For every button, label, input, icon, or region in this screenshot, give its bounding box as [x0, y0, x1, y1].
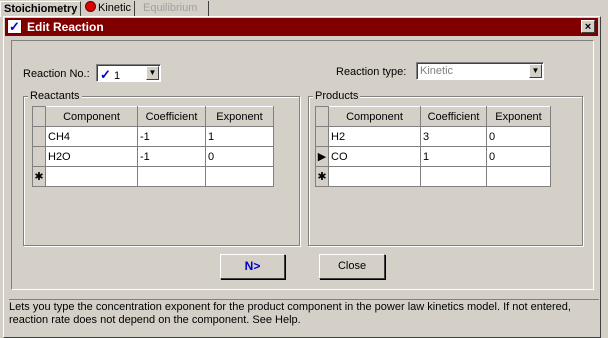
status-help-text: Lets you type the concentration exponent…: [9, 299, 599, 335]
row-header[interactable]: [32, 126, 46, 147]
column-header[interactable]: Component: [45, 106, 138, 127]
chevron-down-icon[interactable]: ▼: [146, 66, 159, 80]
reactants-label: Reactants: [28, 90, 82, 102]
new-row: ✱: [315, 166, 551, 187]
table-row: H2 3 0: [315, 126, 551, 147]
new-row-icon[interactable]: ✱: [32, 166, 46, 187]
tab-kinetic-label: Kinetic: [98, 2, 132, 14]
exponent-cell[interactable]: 0: [486, 146, 551, 167]
column-header[interactable]: Exponent: [205, 106, 274, 127]
coefficient-cell[interactable]: 1: [420, 146, 487, 167]
tab-equilibrium[interactable]: Equilibrium: [140, 1, 209, 16]
corner-cell: [32, 106, 46, 127]
dialog-title: Edit Reaction: [27, 20, 104, 34]
close-icon[interactable]: ×: [581, 20, 595, 33]
new-row-icon[interactable]: ✱: [315, 166, 329, 187]
reaction-no-combo[interactable]: ✓ 1 ▼: [96, 64, 161, 82]
dialog-titlebar[interactable]: ✓ Edit Reaction ×: [5, 18, 598, 36]
exponent-cell[interactable]: 0: [205, 146, 274, 167]
tab-stoichiometry[interactable]: Stoichiometry: [0, 1, 82, 17]
column-header[interactable]: Coefficient: [420, 106, 487, 127]
component-cell[interactable]: CH4: [45, 126, 138, 147]
checkmark-icon: ✓: [100, 67, 111, 82]
reactants-table[interactable]: Component Coefficient Exponent CH4 -1 1 …: [32, 106, 274, 187]
exponent-cell[interactable]: [205, 166, 274, 187]
reactants-group: Reactants Component Coefficient Exponent…: [23, 90, 300, 246]
coefficient-cell[interactable]: 3: [420, 126, 487, 147]
row-header[interactable]: [315, 126, 329, 147]
reaction-no-label: Reaction No.:: [23, 68, 90, 80]
chevron-down-icon[interactable]: ▼: [529, 64, 542, 78]
component-cell[interactable]: CO: [328, 146, 421, 167]
close-button[interactable]: Close: [319, 254, 385, 279]
component-cell[interactable]: H2O: [45, 146, 138, 167]
table-row: H2O -1 0: [32, 146, 274, 167]
table-row: CH4 -1 1: [32, 126, 274, 147]
exponent-cell[interactable]: 0: [486, 126, 551, 147]
coefficient-cell[interactable]: [137, 166, 206, 187]
reaction-type-combo[interactable]: Kinetic ▼: [416, 62, 544, 80]
exponent-cell[interactable]: [486, 166, 551, 187]
products-label: Products: [313, 90, 361, 102]
tab-kinetic[interactable]: Kinetic: [82, 1, 136, 16]
component-cell[interactable]: [328, 166, 421, 187]
component-cell[interactable]: H2: [328, 126, 421, 147]
column-header[interactable]: Component: [328, 106, 421, 127]
column-header[interactable]: Exponent: [486, 106, 551, 127]
products-group: Products Component Coefficient Exponent …: [308, 90, 583, 246]
reaction-type-value: Kinetic: [420, 65, 454, 77]
coefficient-cell[interactable]: -1: [137, 126, 206, 147]
corner-cell: [315, 106, 329, 127]
current-row-arrow-icon[interactable]: ▶: [315, 146, 329, 167]
reaction-type-label: Reaction type:: [336, 66, 407, 78]
coefficient-cell[interactable]: [420, 166, 487, 187]
row-header[interactable]: [32, 146, 46, 167]
kinetic-icon: [85, 1, 96, 12]
table-header-row: Component Coefficient Exponent: [32, 106, 274, 127]
component-cell[interactable]: [45, 166, 138, 187]
table-row: ▶ CO 1 0: [315, 146, 551, 167]
table-header-row: Component Coefficient Exponent: [315, 106, 551, 127]
column-header[interactable]: Coefficient: [137, 106, 206, 127]
next-button[interactable]: N>: [220, 254, 285, 279]
new-row: ✱: [32, 166, 274, 187]
exponent-cell[interactable]: 1: [205, 126, 274, 147]
checkmark-icon: ✓: [7, 19, 22, 34]
products-table[interactable]: Component Coefficient Exponent H2 3 0 ▶ …: [315, 106, 551, 187]
reaction-no-value: 1: [113, 70, 121, 82]
coefficient-cell[interactable]: -1: [137, 146, 206, 167]
